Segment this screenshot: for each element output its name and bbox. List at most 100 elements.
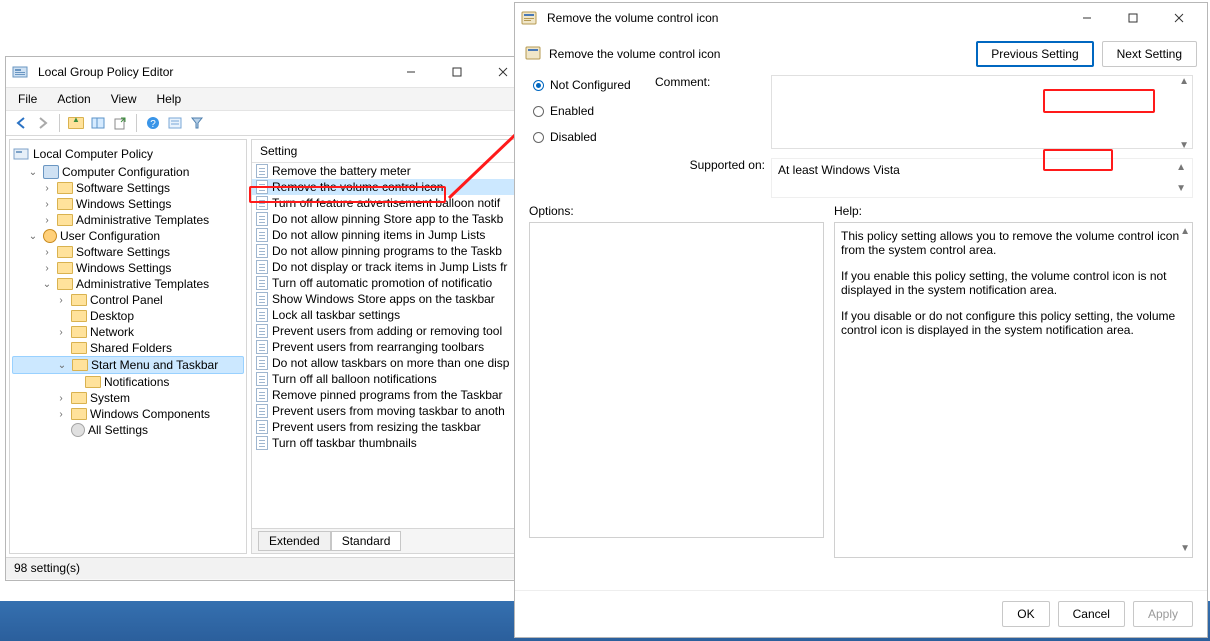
policy-row[interactable]: Turn off feature advertisement balloon n… [252, 195, 527, 211]
textarea-scroll-down-icon[interactable]: ▼ [1179, 141, 1189, 150]
filter-options-icon[interactable] [166, 114, 184, 132]
policy-row[interactable]: Remove pinned programs from the Taskbar [252, 387, 527, 403]
help-icon[interactable]: ? [144, 114, 162, 132]
back-icon[interactable] [12, 114, 30, 132]
policy-item-icon [256, 292, 268, 306]
policy-item-icon [256, 276, 268, 290]
tree-item[interactable]: ›Windows Settings [12, 260, 244, 276]
tree-item[interactable]: ›Windows Settings [12, 196, 244, 212]
expand-icon[interactable]: › [40, 199, 54, 210]
dlg-heading: Remove the volume control icon [549, 47, 720, 61]
tree-user-config[interactable]: ⌄User Configuration [12, 228, 244, 244]
menu-action[interactable]: Action [49, 90, 98, 108]
gpe-titlebar[interactable]: Local Group Policy Editor [6, 57, 531, 87]
policy-list[interactable]: Setting Remove the battery meterRemove t… [251, 139, 528, 554]
expand-icon[interactable]: › [54, 393, 68, 404]
export-icon[interactable] [111, 114, 129, 132]
show-pane-icon[interactable] [89, 114, 107, 132]
policy-row[interactable]: Remove the battery meter [252, 163, 527, 179]
policy-row[interactable]: Turn off all balloon notifications [252, 371, 527, 387]
tree-item[interactable]: ›Network [12, 324, 244, 340]
tree-item[interactable]: ›Control Panel [12, 292, 244, 308]
collapse-icon[interactable]: ⌄ [55, 360, 69, 371]
policy-row[interactable]: Show Windows Store apps on the taskbar [252, 291, 527, 307]
policy-row[interactable]: Do not allow taskbars on more than one d… [252, 355, 527, 371]
policy-item-icon [256, 164, 268, 178]
expand-icon[interactable]: › [40, 215, 54, 226]
menu-file[interactable]: File [10, 90, 45, 108]
expand-icon[interactable]: › [54, 295, 68, 306]
policy-row[interactable]: Do not display or track items in Jump Li… [252, 259, 527, 275]
policy-row[interactable]: Remove the volume control icon [252, 179, 527, 195]
policy-row[interactable]: Prevent users from resizing the taskbar [252, 419, 527, 435]
cancel-button[interactable]: Cancel [1058, 601, 1125, 627]
textarea-scroll-up-icon[interactable]: ▲ [1179, 77, 1189, 86]
supported-scroll-up-icon[interactable]: ▲ [1176, 163, 1186, 172]
apply-button[interactable]: Apply [1133, 601, 1193, 627]
dlg-maximize-button[interactable] [1111, 4, 1155, 32]
policy-row[interactable]: Prevent users from rearranging toolbars [252, 339, 527, 355]
tree-item[interactable]: ›System [12, 390, 244, 406]
expand-icon[interactable]: › [40, 263, 54, 274]
radio-not-configured[interactable]: Not Configured [529, 75, 649, 95]
folder-icon [85, 376, 101, 388]
up-folder-icon[interactable]: ▲ [67, 114, 85, 132]
tree-item[interactable]: Notifications [12, 374, 244, 390]
tree-item[interactable]: All Settings [12, 422, 244, 438]
gpe-menubar: File Action View Help [6, 87, 531, 111]
expand-icon[interactable]: › [40, 247, 54, 258]
list-header[interactable]: Setting [252, 140, 527, 163]
tree-item[interactable]: Desktop [12, 308, 244, 324]
menu-view[interactable]: View [103, 90, 145, 108]
gpe-minimize-button[interactable] [389, 58, 433, 86]
dlg-close-button[interactable] [1157, 4, 1201, 32]
menu-help[interactable]: Help [149, 90, 190, 108]
ok-button[interactable]: OK [1002, 601, 1049, 627]
tree-item[interactable]: ›Software Settings [12, 180, 244, 196]
collapse-icon[interactable]: ⌄ [26, 231, 40, 242]
tree-item[interactable]: ⌄Administrative Templates [12, 276, 244, 292]
policy-row[interactable]: Do not allow pinning programs to the Tas… [252, 243, 527, 259]
previous-setting-button[interactable]: Previous Setting [976, 41, 1093, 67]
dlg-titlebar[interactable]: Remove the volume control icon [515, 3, 1207, 33]
tab-extended[interactable]: Extended [258, 531, 331, 551]
policy-row[interactable]: Do not allow pinning items in Jump Lists [252, 227, 527, 243]
expand-icon[interactable]: › [54, 327, 68, 338]
column-setting[interactable]: Setting [252, 140, 527, 162]
policy-tree[interactable]: Local Computer Policy ⌄Computer Configur… [9, 139, 247, 554]
tab-standard[interactable]: Standard [331, 531, 402, 551]
tree-item[interactable]: ›Software Settings [12, 244, 244, 260]
expand-icon[interactable]: › [40, 183, 54, 194]
policy-row[interactable]: Prevent users from moving taskbar to ano… [252, 403, 527, 419]
help-box[interactable]: This policy setting allows you to remove… [834, 222, 1193, 558]
collapse-icon[interactable]: ⌄ [26, 167, 40, 178]
dlg-minimize-button[interactable] [1065, 4, 1109, 32]
radio-enabled[interactable]: Enabled [529, 101, 649, 121]
policy-row-label: Prevent users from moving taskbar to ano… [272, 404, 505, 418]
radio-disabled[interactable]: Disabled [529, 127, 649, 147]
next-setting-button[interactable]: Next Setting [1102, 41, 1197, 67]
policy-row[interactable]: Turn off automatic promotion of notifica… [252, 275, 527, 291]
policy-row[interactable]: Turn off taskbar thumbnails [252, 435, 527, 451]
gpe-maximize-button[interactable] [435, 58, 479, 86]
tree-item[interactable]: ›Windows Components [12, 406, 244, 422]
tree-item[interactable]: ›Administrative Templates [12, 212, 244, 228]
help-scroll-down-icon[interactable]: ▼ [1180, 544, 1190, 553]
gpe-title: Local Group Policy Editor [34, 65, 389, 79]
supported-on-value-box: At least Windows Vista ▲ ▼ [771, 158, 1193, 198]
tree-root[interactable]: Local Computer Policy [12, 144, 244, 164]
help-scroll-up-icon[interactable]: ▲ [1180, 227, 1190, 236]
funnel-icon[interactable] [188, 114, 206, 132]
policy-row[interactable]: Lock all taskbar settings [252, 307, 527, 323]
forward-icon[interactable] [34, 114, 52, 132]
tree-computer-config[interactable]: ⌄Computer Configuration [12, 164, 244, 180]
collapse-icon[interactable]: ⌄ [40, 279, 54, 290]
expand-icon[interactable]: › [54, 409, 68, 420]
comment-textarea[interactable] [771, 75, 1193, 149]
tree-item[interactable]: Shared Folders [12, 340, 244, 356]
tree-start-menu-taskbar[interactable]: ⌄Start Menu and Taskbar [12, 356, 244, 374]
policy-row[interactable]: Prevent users from adding or removing to… [252, 323, 527, 339]
radio-icon [533, 132, 544, 143]
supported-scroll-down-icon[interactable]: ▼ [1176, 184, 1186, 193]
policy-row[interactable]: Do not allow pinning Store app to the Ta… [252, 211, 527, 227]
